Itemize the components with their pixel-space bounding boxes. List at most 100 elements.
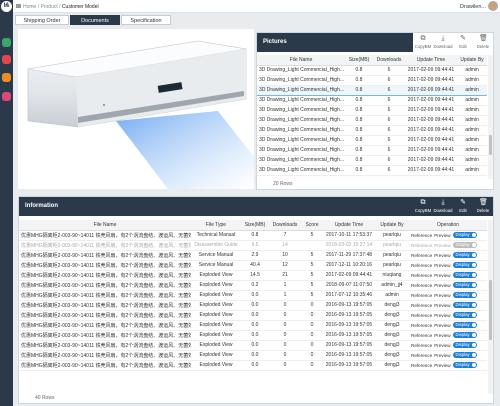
info-copy-bm-button[interactable]: ⧉ CopyBM (413, 197, 433, 216)
information-column-header[interactable]: Update By (375, 220, 409, 231)
reference-link[interactable]: Reference (411, 363, 432, 368)
preview-link[interactable]: Preview (434, 363, 450, 368)
information-row[interactable]: 优惠MHG隔离柜2-003-90~14011 铁壳风扇，有2个涡流盘结、渡运风、… (19, 290, 487, 301)
preview-link[interactable]: Preview (434, 303, 450, 308)
display-toggle[interactable]: Display (452, 362, 477, 368)
reference-link[interactable]: Reference (411, 323, 432, 328)
reference-link[interactable]: Reference (411, 303, 432, 308)
reference-link[interactable]: Reference (411, 253, 432, 258)
information-row[interactable]: 优惠MHG隔离柜2-003-90~14011 铁壳风扇，有2个涡流盘结、渡运风、… (19, 270, 487, 281)
display-toggle[interactable]: Display (452, 232, 477, 238)
delete-button[interactable]: 🗑 Delete (473, 33, 493, 52)
preview-link[interactable]: Preview (434, 253, 450, 258)
display-toggle[interactable]: Display (452, 312, 477, 318)
display-toggle[interactable]: Display (452, 252, 477, 258)
information-column-header[interactable]: Downloads (269, 220, 301, 231)
pictures-column-header[interactable]: Update By (457, 55, 487, 66)
picture-row[interactable]: 3D Drawing_Light Commercial_High... 0.8 6 2… (257, 84, 487, 96)
information-row[interactable]: 优惠MHG隔离柜2-003-90~14011 铁壳风扇，有2个涡流盘结、渡运风、… (19, 350, 487, 361)
information-scrollbar[interactable] (488, 220, 493, 394)
picture-row[interactable]: 3D Drawing_Light Commercial_High... 0.8 6 2… (257, 105, 487, 116)
info-edit-button[interactable]: ✎ Edit (453, 197, 473, 216)
breadcrumb-product[interactable]: Product (41, 4, 58, 10)
tab-shipping-order[interactable]: Shipping Order (15, 15, 69, 25)
reference-link[interactable]: Reference (411, 273, 432, 278)
preview-link[interactable]: Preview (434, 233, 450, 238)
display-toggle[interactable]: Display (452, 272, 477, 278)
information-row[interactable]: 优惠MHG隔离柜2-003-90~14011 铁壳风扇，有2个涡流盘结、渡运风、… (19, 330, 487, 341)
information-column-header[interactable]: Update Time (323, 220, 375, 231)
breadcrumb-home[interactable]: Home (23, 4, 36, 10)
information-row[interactable]: 优惠MHG隔离柜2-003-90~14011 铁壳风扇，有2个涡流盘结、渡运风、… (19, 260, 487, 271)
information-scroll-thumb[interactable] (489, 280, 492, 340)
information-column-header[interactable]: Size(MB) (241, 220, 269, 231)
information-row[interactable]: 优惠MHG隔离柜2-003-90~14011 铁壳风扇，有2个涡流盘结、渡运风、… (19, 280, 487, 291)
tab-documents[interactable]: Documents (70, 15, 120, 25)
information-row[interactable]: 优惠MHG隔离柜2-003-90~14011 铁壳风扇，有2个涡流盘结、渡运风、… (19, 340, 487, 351)
information-column-header[interactable]: File Type (191, 220, 241, 231)
information-row[interactable]: 优惠MHG隔离柜2-003-90~14011 铁壳风扇，有2个涡流盘结、渡运风、… (19, 300, 487, 311)
preview-link[interactable]: Preview (434, 243, 450, 248)
user-name[interactable]: Drawilen... (460, 4, 486, 10)
preview-link[interactable]: Preview (434, 283, 450, 288)
preview-link[interactable]: Preview (434, 293, 450, 298)
reference-link[interactable]: Reference (411, 263, 432, 268)
reference-link[interactable]: Reference (411, 293, 432, 298)
pictures-scrollbar[interactable] (488, 55, 493, 179)
nav-module-icon-orange[interactable] (2, 73, 11, 82)
edit-button[interactable]: ✎ Edit (453, 33, 473, 52)
information-column-header[interactable]: File Name (19, 220, 191, 231)
preview-link[interactable]: Preview (434, 273, 450, 278)
display-toggle[interactable]: Display (452, 322, 477, 328)
nav-module-icon-green[interactable] (2, 38, 11, 47)
information-column-header[interactable]: Operation (409, 220, 487, 231)
pictures-column-header[interactable]: Update Time (405, 55, 457, 66)
information-row[interactable]: 优惠MHG隔离柜2-003-90~14011 铁壳风扇，有2个涡流盘结、渡运风、… (19, 360, 487, 371)
picture-row[interactable]: 3D Drawing_Light Commercial_High... 0.8 6 2… (257, 115, 487, 126)
home-icon[interactable] (16, 4, 21, 8)
information-row[interactable]: 优惠MHG隔离柜2-003-90~14011 铁壳风扇，有2个涡流盘结、渡运风、… (19, 240, 487, 251)
information-row[interactable]: 优惠MHG隔离柜2-003-90~14011 铁壳风扇，有2个涡流盘结、渡运风、… (19, 250, 487, 261)
information-row[interactable]: 优惠MHG隔离柜2-003-90~14011 铁壳风扇，有2个涡流盘结、渡运风、… (19, 320, 487, 331)
picture-row[interactable]: 3D Drawing_Light Commercial_High... 0.8 6 2… (257, 75, 487, 86)
info-download-button[interactable]: ⤓ Download (433, 197, 453, 216)
preview-link[interactable]: Preview (434, 313, 450, 318)
information-row[interactable]: 优惠MHG隔离柜2-003-90~14011 铁壳风扇，有2个涡流盘结、渡运风、… (19, 230, 487, 241)
picture-row[interactable]: 3D Drawing_Light Commercial_High... 0.8 6 2… (257, 145, 487, 156)
tab-specification[interactable]: Specification (121, 15, 171, 25)
display-toggle[interactable]: Display (452, 342, 477, 348)
information-column-header[interactable]: Score (301, 220, 323, 231)
pictures-column-header[interactable]: Downloads (373, 55, 405, 66)
picture-row[interactable]: 3D Drawing_Light Commercial_High... 0.8 6 2… (257, 155, 487, 166)
display-toggle[interactable]: Display (452, 352, 477, 358)
picture-row[interactable]: 3D Drawing_Light Commercial_High... 0.8 6 2… (257, 165, 487, 176)
pictures-column-header[interactable]: Size(MB) (345, 55, 373, 66)
preview-link[interactable]: Preview (434, 333, 450, 338)
display-toggle[interactable]: Display (452, 282, 477, 288)
preview-link[interactable]: Preview (434, 323, 450, 328)
display-toggle[interactable]: Display (452, 302, 477, 308)
avatar[interactable] (488, 1, 498, 11)
preview-link[interactable]: Preview (434, 343, 450, 348)
nav-module-icon-pink[interactable] (2, 92, 11, 101)
display-toggle[interactable]: Display (452, 262, 477, 268)
info-delete-button[interactable]: 🗑 Delete (473, 197, 493, 216)
picture-row[interactable]: 3D Drawing_Light Commercial_High... 0.8 6 2… (257, 65, 487, 76)
download-button[interactable]: ⤓ Download (433, 33, 453, 52)
pictures-column-header[interactable]: File Name (257, 55, 345, 66)
picture-row[interactable]: 3D Drawing_Light Commercial_High... 0.8 6 2… (257, 95, 487, 106)
reference-link[interactable]: Reference (411, 353, 432, 358)
reference-link[interactable]: Reference (411, 313, 432, 318)
reference-link[interactable]: Reference (411, 283, 432, 288)
nav-module-icon-red[interactable] (2, 55, 11, 64)
reference-link[interactable]: Reference (411, 333, 432, 338)
display-toggle[interactable]: Display (452, 242, 477, 248)
reference-link[interactable]: Reference (411, 243, 432, 248)
pictures-scroll-thumb[interactable] (489, 135, 492, 155)
display-toggle[interactable]: Display (452, 332, 477, 338)
picture-row[interactable]: 3D Drawing_Light Commercial_High... 0.8 6 2… (257, 135, 487, 146)
preview-link[interactable]: Preview (434, 263, 450, 268)
information-row[interactable]: 优惠MHG隔离柜2-003-90~14011 铁壳风扇，有2个涡流盘结、渡运风、… (19, 310, 487, 321)
app-logo-icon[interactable]: Ѩ (1, 1, 12, 12)
copy-bm-button[interactable]: ⧉ CopyBM (413, 33, 433, 52)
